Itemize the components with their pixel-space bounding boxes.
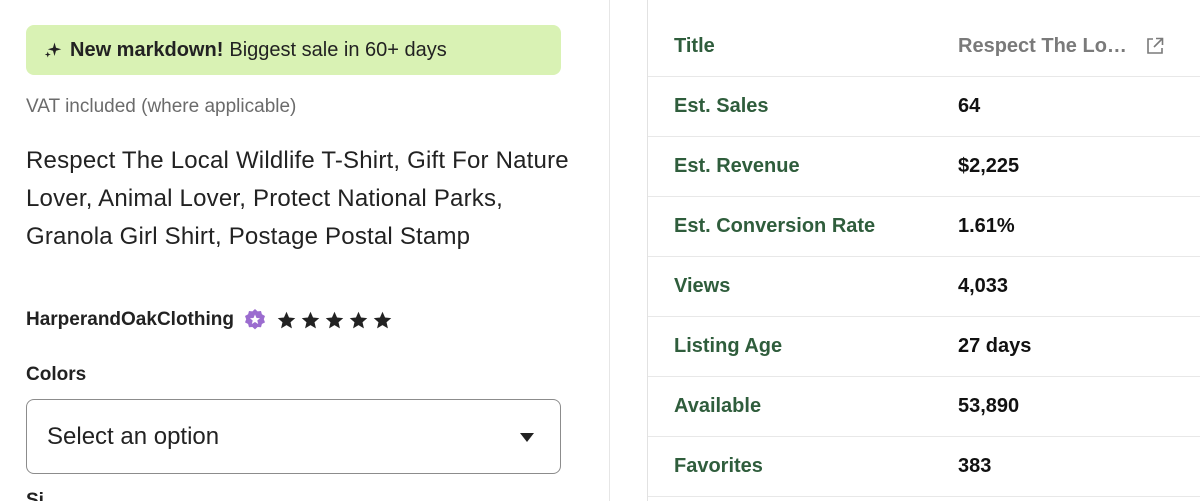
star-icon: [325, 311, 344, 328]
next-option-label: Si: [26, 490, 44, 501]
star-icon: [373, 311, 392, 328]
stats-row-title: Title Respect The Lo…: [648, 0, 1200, 77]
stats-row-favorites: Favorites 383: [648, 437, 1200, 497]
stats-value: 4,033: [958, 275, 1009, 297]
colors-select-value: Select an option: [47, 422, 220, 450]
colors-label: Colors: [26, 364, 87, 385]
stats-label: Listing Age: [674, 335, 783, 357]
star-icon: [301, 311, 320, 328]
stats-panel: Title Respect The Lo… Est. Sales 64 Est.…: [647, 0, 1200, 501]
vat-note: VAT included (where applicable): [26, 96, 297, 117]
product-title: Respect The Local Wildlife T-Shirt, Gift…: [26, 147, 569, 250]
stats-label: Title: [674, 35, 715, 57]
stats-label: Est. Conversion Rate: [674, 215, 876, 237]
stats-value: 1.61%: [958, 215, 1015, 237]
stats-row-views: Views 4,033: [648, 257, 1200, 317]
colors-select[interactable]: Select an option: [26, 399, 561, 474]
caret-down-icon: [520, 433, 534, 442]
stats-value: $2,225: [958, 155, 1020, 177]
stats-row-available: Available 53,890: [648, 377, 1200, 437]
stats-label: Est. Sales: [674, 95, 769, 117]
panel-divider: [609, 0, 610, 501]
stats-label: Available: [674, 395, 762, 417]
stats-label: Favorites: [674, 455, 763, 477]
star-icon: [349, 311, 368, 328]
sale-banner: New markdown! Biggest sale in 60+ days: [26, 25, 561, 75]
stats-value: 53,890: [958, 395, 1020, 417]
banner-headline: New markdown!: [70, 38, 224, 61]
star-icon: [277, 311, 296, 328]
stats-label: Views: [674, 275, 731, 297]
stats-label: Est. Revenue: [674, 155, 800, 177]
stats-row-est-revenue: Est. Revenue $2,225: [648, 137, 1200, 197]
rating-stars[interactable]: [276, 310, 396, 331]
shop-name-link[interactable]: HarperandOakClothing: [26, 309, 234, 331]
external-link-icon[interactable]: [1145, 36, 1165, 56]
sparkle-icon: [44, 42, 62, 58]
stats-value-title-link[interactable]: Respect The Lo…: [958, 35, 1127, 58]
stats-value: 383: [958, 455, 992, 477]
listing-panel: New markdown! Biggest sale in 60+ days V…: [0, 0, 610, 501]
star-seller-badge-icon: [244, 309, 265, 330]
stats-row-conversion-rate: Est. Conversion Rate 1.61%: [648, 197, 1200, 257]
stats-row-listing-age: Listing Age 27 days: [648, 317, 1200, 377]
stats-value: 27 days: [958, 335, 1032, 357]
shop-row: HarperandOakClothing: [26, 305, 396, 335]
stats-value: 64: [958, 95, 981, 117]
stats-row-est-sales: Est. Sales 64: [648, 77, 1200, 137]
banner-text: Biggest sale in 60+ days: [229, 38, 447, 61]
